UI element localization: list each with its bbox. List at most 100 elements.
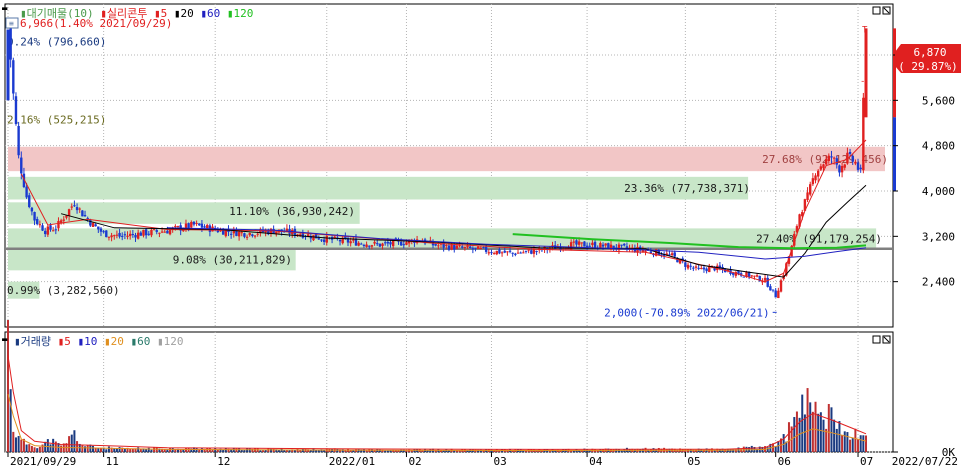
candle-body [174,226,177,228]
candle-body [447,245,451,250]
legend-item[interactable]: ▮60 [124,335,151,348]
candle-body [6,29,10,101]
volume-bar [795,411,798,452]
candle-body [809,184,812,195]
volume-bar [20,439,23,452]
volume-bar [49,444,52,452]
candle-body [859,167,862,170]
candle-body [251,234,254,237]
candle-body [57,220,60,229]
volume-bar [849,439,852,452]
volume-bar [315,450,318,452]
candle-body [389,242,392,245]
candle-body [147,233,150,235]
candle-body [455,245,459,249]
volume-bar [259,450,262,452]
candle-body [445,245,448,247]
legend-item[interactable]: ▮20 [167,7,194,20]
volume-bar [742,446,745,452]
candle-body [572,241,576,243]
candle-body [469,246,472,248]
candle-body [816,170,820,177]
candle-body [99,228,103,232]
volume-bar [750,445,753,452]
candle-body [9,23,12,60]
candle-body [747,272,751,277]
candle-body [463,246,467,248]
candle-body [224,230,228,237]
candle-body [376,243,379,245]
candle-body [535,250,538,252]
volume-bar [787,422,790,452]
candle-body [152,229,156,231]
candle-body [190,222,193,228]
volume-bar [107,446,110,452]
legend-item[interactable]: ▮20 [97,335,124,348]
candle-body [492,253,496,255]
right-axis-price-bar [893,28,896,118]
volume-bar [819,412,822,452]
legend-item[interactable]: ▮5 [147,7,167,20]
candle-body [65,215,68,218]
candle-body [81,210,84,217]
candle-body [378,243,382,247]
volume-bar [384,450,387,452]
volume-panel-close-glyph[interactable]: ▬ [2,335,8,345]
volume-bar [835,428,838,452]
volume-bar [68,436,71,452]
candle-body [471,248,475,250]
x-tick-label: 12 [217,455,230,468]
candle-body [742,276,746,278]
legend-item[interactable]: ▮실리콘투 [94,7,148,20]
max-marker: T [862,25,868,35]
volume-bar [118,447,121,452]
candle-body [322,239,326,242]
candle-body [107,236,111,238]
candle-body [158,232,161,234]
legend-item[interactable]: ▮120 [220,7,253,20]
candle-body [243,233,246,237]
candle-body [522,252,525,254]
volume-bar [200,448,203,452]
legend-item[interactable]: ▮120 [150,335,183,348]
candle-body [500,252,504,254]
x-tick-label: 11 [106,455,119,468]
candle-body [381,243,384,247]
candle-body [708,266,711,273]
candle-body [461,246,464,248]
candle-body [41,225,44,231]
volume-bar [846,432,849,452]
volume-bar [827,403,830,452]
candle-body [51,230,55,232]
legend-item[interactable]: ▮거래량 [14,335,51,348]
panel-close-glyph[interactable]: ▬ [2,4,8,14]
candle-body [43,230,47,235]
candle-body [168,229,172,235]
candle-body [28,195,31,208]
volume-bar [147,447,150,452]
candle-body [569,242,573,250]
candle-body [835,158,838,165]
volume-profile-label: 27.40% (91,179,254) [756,233,882,246]
candle-body [54,229,58,231]
volume-bar [28,444,31,452]
candle-body [206,224,209,229]
x-end-label: 2022/07/22 [892,455,958,468]
legend-item[interactable]: ▮5 [51,335,71,348]
candle-body [166,230,169,234]
legend-item[interactable]: ▮10 [71,335,98,348]
candle-body [115,234,119,236]
legend-item[interactable]: ▮대기매물(10) [20,7,94,20]
candle-body [320,239,323,241]
candle-body [368,245,371,247]
candle-body [527,249,530,251]
candle-body [256,233,259,235]
legend-item[interactable]: ▮60 [194,7,221,20]
volume-bar [817,413,820,452]
volume-bar [25,444,28,452]
candle-body [583,241,586,247]
x-tick-label: 04 [589,455,603,468]
svg-text:▮대기매물(10) ▮실리콘투 ▮5 ▮20 ▮60 ▮12: ▮대기매물(10) ▮실리콘투 ▮5 ▮20 ▮60 ▮120 [20,7,253,20]
candle-body [70,206,73,208]
candle-body [113,235,116,237]
